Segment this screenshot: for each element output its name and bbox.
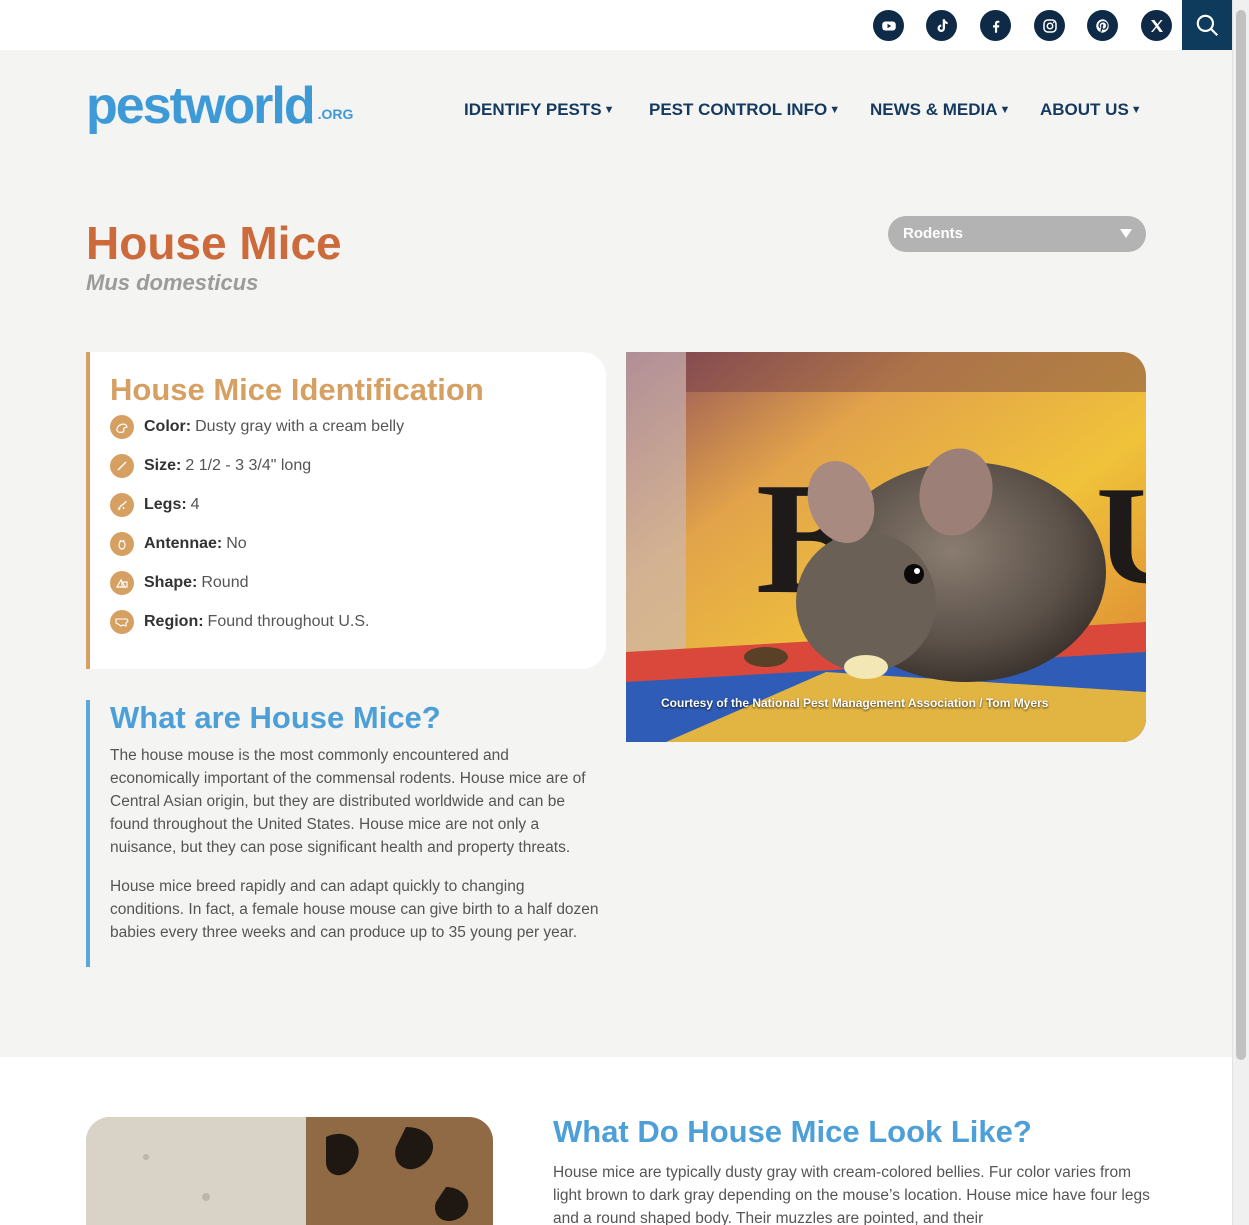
- youtube-icon[interactable]: [873, 10, 904, 41]
- id-label: Color:: [144, 418, 192, 435]
- logo-wordmark: pestworld: [86, 77, 316, 135]
- nav-identify-pests[interactable]: IDENTIFY PESTS ▼: [464, 100, 615, 120]
- id-value: Dusty gray with a cream belly: [195, 418, 405, 435]
- us-map-icon: [110, 610, 134, 634]
- search-button[interactable]: [1182, 0, 1232, 50]
- tiktok-icon[interactable]: [926, 10, 957, 41]
- top-bar: [0, 0, 1232, 50]
- id-value: 4: [190, 496, 200, 513]
- id-label: Legs:: [144, 496, 187, 513]
- id-value: 2 1/2 - 3 3/4" long: [185, 457, 312, 474]
- nav-about-us[interactable]: ABOUT US ▼: [1040, 100, 1142, 120]
- nav-label: IDENTIFY PESTS: [464, 100, 602, 119]
- identification-title: House Mice Identification: [110, 372, 484, 407]
- what-are-paragraph-2: House mice breed rapidly and can adapt q…: [110, 878, 599, 941]
- id-row-size: Size: 2 1/2 - 3 3/4" long: [110, 454, 311, 478]
- site-logo[interactable]: pestworld .ORG: [86, 76, 353, 132]
- scrollbar[interactable]: [1232, 0, 1249, 1225]
- id-label: Antennae:: [144, 535, 223, 552]
- id-label: Region:: [144, 613, 204, 630]
- scientific-name: Mus domesticus: [86, 270, 259, 295]
- nav-label: NEWS & MEDIA: [870, 100, 998, 119]
- what-are-paragraph-1: The house mouse is the most commonly enc…: [110, 747, 586, 856]
- house-mouse-photo: B U Courtesy of the National Pest Manage…: [626, 352, 1146, 742]
- id-row-legs: Legs: 4: [110, 493, 200, 517]
- house-mouse-photo-2: [86, 1117, 493, 1225]
- scrollbar-thumb[interactable]: [1236, 10, 1246, 1060]
- photo-caption: Courtesy of the National Pest Management…: [661, 696, 1049, 710]
- instagram-icon[interactable]: [1034, 10, 1065, 41]
- caret-down-icon: ▼: [1130, 104, 1142, 116]
- id-label: Shape:: [144, 574, 198, 591]
- look-like-paragraph: House mice are typically dusty gray with…: [553, 1164, 1150, 1225]
- id-value: Round: [201, 574, 249, 591]
- what-are-section: What are House Mice? The house mouse is …: [86, 700, 606, 967]
- nav-label: ABOUT US: [1040, 100, 1129, 119]
- dropdown-arrow-icon: [1120, 229, 1132, 238]
- id-value: No: [226, 535, 247, 552]
- nav-label: PEST CONTROL INFO: [649, 100, 828, 119]
- ruler-icon: [110, 454, 134, 478]
- category-dropdown[interactable]: Rodents: [888, 216, 1146, 252]
- nav-pest-control-info[interactable]: PEST CONTROL INFO ▼: [649, 100, 840, 120]
- logo-suffix: .ORG: [317, 106, 354, 122]
- caret-down-icon: ▼: [829, 104, 841, 116]
- page-title: House Mice: [86, 217, 342, 269]
- x-icon[interactable]: [1141, 10, 1172, 41]
- category-selected-value: Rodents: [903, 225, 963, 242]
- caret-down-icon: ▼: [603, 104, 615, 116]
- color-palette-icon: [110, 415, 134, 439]
- look-like-title: What Do House Mice Look Like?: [553, 1114, 1032, 1149]
- id-row-region: Region: Found throughout U.S.: [110, 610, 369, 634]
- identification-card: House Mice Identification Color: Dusty g…: [86, 352, 606, 669]
- search-icon: [1196, 14, 1219, 37]
- nav-news-media[interactable]: NEWS & MEDIA ▼: [870, 100, 1010, 120]
- id-value: Found throughout U.S.: [207, 613, 370, 630]
- shapes-icon: [110, 571, 134, 595]
- what-are-title: What are House Mice?: [110, 700, 441, 735]
- bug-icon: [110, 532, 134, 556]
- id-label: Size:: [144, 457, 182, 474]
- legs-icon: [110, 493, 134, 517]
- id-row-antennae: Antennae: No: [110, 532, 247, 556]
- id-row-color: Color: Dusty gray with a cream belly: [110, 415, 404, 439]
- id-row-shape: Shape: Round: [110, 571, 249, 595]
- pinterest-icon[interactable]: [1087, 10, 1118, 41]
- caret-down-icon: ▼: [999, 104, 1011, 116]
- facebook-icon[interactable]: [980, 10, 1011, 41]
